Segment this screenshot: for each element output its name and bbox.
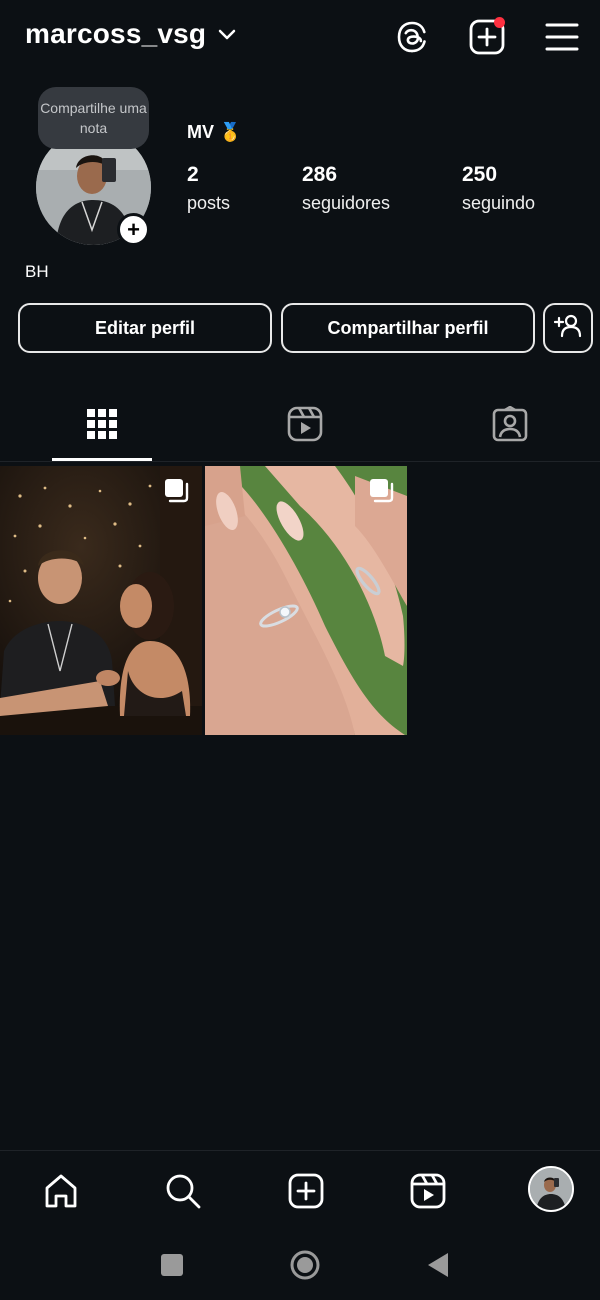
- top-bar: marcoss_vsg: [0, 0, 600, 76]
- profile-tabs: [0, 390, 600, 462]
- following-count[interactable]: 250 seguindo: [462, 163, 535, 214]
- recents-icon[interactable]: [155, 1248, 189, 1282]
- following-label: seguindo: [462, 193, 536, 213]
- edit-profile-button[interactable]: Editar perfil: [18, 303, 272, 353]
- post-thumbnail-2[interactable]: [205, 466, 407, 735]
- followers-label: seguidores: [302, 193, 391, 213]
- share-profile-button[interactable]: Compartilhar perfil: [281, 303, 535, 353]
- followers-number: 286: [302, 163, 338, 186]
- create-icon[interactable]: [283, 1168, 329, 1214]
- followers-count[interactable]: 286 seguidores: [302, 163, 390, 214]
- back-icon[interactable]: [421, 1248, 455, 1282]
- home-icon[interactable]: [38, 1168, 84, 1214]
- add-story-plus-icon[interactable]: +: [117, 213, 150, 246]
- add-person-icon: [553, 314, 582, 343]
- reels-icon[interactable]: [405, 1168, 451, 1214]
- active-tab-indicator: [52, 458, 152, 461]
- home-icon[interactable]: [288, 1248, 322, 1282]
- tab-reels[interactable]: [205, 390, 405, 462]
- multiple-photos-icon: [164, 478, 190, 509]
- posts-number: 2: [187, 163, 199, 186]
- following-number: 250: [462, 163, 498, 186]
- reels-icon: [287, 406, 323, 447]
- system-navigation: [0, 1230, 600, 1300]
- menu-icon[interactable]: [542, 17, 582, 57]
- bottom-navigation: [0, 1150, 600, 1228]
- search-icon[interactable]: [160, 1168, 206, 1214]
- chevron-down-icon: [218, 27, 236, 45]
- grid-icon: [86, 408, 118, 445]
- account-switcher[interactable]: marcoss_vsg: [25, 18, 236, 50]
- threads-icon[interactable]: [392, 17, 432, 57]
- display-name: MV 🥇: [187, 122, 242, 142]
- discover-people-button[interactable]: [543, 303, 593, 353]
- new-post-icon[interactable]: [467, 17, 507, 57]
- tab-posts-grid[interactable]: [2, 390, 202, 462]
- tab-tagged[interactable]: [410, 390, 600, 462]
- note-prompt: Compartilhe uma nota: [40, 100, 147, 136]
- tagged-icon: [492, 405, 528, 447]
- notification-dot: [494, 17, 505, 28]
- bio: BH: [25, 262, 49, 281]
- post-thumbnail-1[interactable]: [0, 466, 202, 735]
- multiple-photos-icon: [369, 478, 395, 509]
- note-bubble[interactable]: Compartilhe uma nota: [38, 87, 149, 149]
- posts-label: posts: [187, 193, 231, 213]
- posts-count[interactable]: 2 posts: [187, 163, 230, 214]
- profile-avatar[interactable]: [528, 1166, 574, 1212]
- username: marcoss_vsg: [25, 18, 207, 49]
